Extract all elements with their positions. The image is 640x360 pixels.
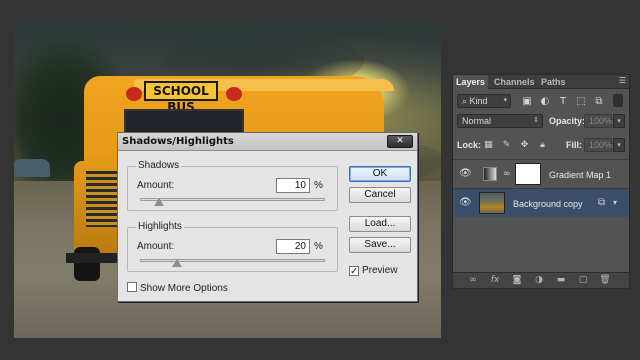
link-icon[interactable]: ∞ [503, 169, 511, 179]
cancel-button[interactable]: Cancel [349, 187, 411, 203]
show-more-options-row[interactable]: Show More Options [127, 282, 228, 294]
blend-mode-value: Normal [462, 116, 492, 126]
lock-label: Lock: [457, 140, 482, 150]
preview-row[interactable]: ✓ Preview [349, 265, 398, 276]
tab-paths[interactable]: Paths [538, 75, 569, 89]
type-filter-icon[interactable]: T [557, 96, 569, 107]
fx-icon[interactable]: fx [489, 275, 501, 286]
highlights-slider-track[interactable] [140, 259, 325, 262]
panel-footer: ∞ fx ◙ ◑ ▬ ▢ 🗑︎ [453, 272, 629, 288]
eye-icon[interactable]: 👁︎ [459, 169, 472, 179]
tab-layers[interactable]: Layers [453, 75, 489, 89]
filter-kind-value: Kind [469, 96, 488, 106]
smart-object-icon: ⧉ [598, 197, 606, 208]
preview-label: Preview [362, 265, 398, 276]
shadows-amount-input[interactable]: 10 [276, 178, 310, 193]
eye-icon[interactable]: 👁︎ [459, 198, 472, 208]
new-layer-icon[interactable]: ▢ [577, 275, 589, 286]
adjustment-filter-icon[interactable]: ◐ [539, 96, 551, 107]
bus-warning-light [226, 87, 242, 101]
shadows-slider-track[interactable] [140, 198, 325, 201]
filter-kind-dropdown[interactable]: ⌕ Kind ▾ [457, 94, 511, 108]
mask-icon[interactable]: ◙ [511, 275, 523, 286]
layer-row[interactable]: 👁︎ ∞ Gradient Map 1 [453, 159, 629, 188]
layer-mask-thumbnail[interactable] [515, 163, 541, 185]
highlights-amount-label: Amount: [137, 241, 175, 252]
shadows-highlights-dialog: Shadows/Highlights ✕ Shadows Amount: 10 … [117, 132, 418, 302]
layer-thumbnail[interactable] [479, 192, 505, 214]
lock-all-icon[interactable]: 🔒︎ [537, 140, 548, 151]
preview-checkbox[interactable]: ✓ [349, 266, 359, 276]
folder-icon[interactable]: ▬ [555, 275, 567, 286]
lock-transparent-icon[interactable]: ▦ [483, 140, 494, 151]
filter-toggle-icon[interactable] [613, 94, 623, 107]
chevron-down-icon: ▾ [503, 97, 507, 104]
fill-label: Fill: [566, 140, 582, 150]
show-more-options-label: Show More Options [140, 283, 228, 294]
smart-object-filter-icon[interactable]: ⧉ [593, 96, 605, 107]
opacity-dropdown[interactable]: ▾ [613, 114, 625, 128]
shadows-amount-label: Amount: [137, 180, 175, 191]
trash-icon[interactable]: 🗑︎ [599, 275, 611, 286]
bus-warning-light [126, 87, 142, 101]
shape-filter-icon[interactable]: ⬚ [575, 96, 587, 107]
fill-field[interactable]: 100% [584, 138, 612, 152]
highlights-group: Highlights Amount: 20 % [127, 221, 338, 272]
shadows-unit: % [314, 180, 323, 191]
pixel-filter-icon[interactable]: ▣ [521, 96, 533, 107]
layer-name[interactable]: Gradient Map 1 [549, 170, 611, 180]
shadows-slider-thumb[interactable] [153, 198, 164, 206]
load-button[interactable]: Load... [349, 216, 411, 232]
show-more-options-checkbox[interactable] [127, 282, 137, 292]
search-icon: ⌕ [462, 96, 470, 106]
lock-position-icon[interactable]: ✥ [519, 140, 530, 151]
opacity-field[interactable]: 100% [584, 114, 612, 128]
layers-panel: Layers Channels Paths ☰ ⌕ Kind ▾ ▣ ◐ T ⬚ … [452, 74, 630, 289]
ok-button[interactable]: OK [349, 166, 411, 182]
dialog-title: Shadows/Highlights [118, 133, 417, 151]
layer-name[interactable]: Background copy [513, 199, 583, 209]
highlights-slider-thumb[interactable] [172, 259, 182, 267]
shadows-group-label: Shadows [136, 160, 182, 171]
tab-channels[interactable]: Channels [491, 75, 538, 89]
adjustment-layer-icon [483, 167, 497, 181]
parked-car [14, 159, 50, 177]
chevron-down-icon: ⇕ [533, 117, 539, 124]
adjustment-icon[interactable]: ◑ [533, 275, 545, 286]
bus-sign: SCHOOL BUS [144, 81, 218, 114]
chevron-down-icon[interactable]: ▾ [613, 198, 617, 207]
highlights-unit: % [314, 241, 323, 252]
opacity-label: Opacity: [549, 116, 586, 126]
highlights-amount-input[interactable]: 20 [276, 239, 310, 254]
panel-tabs: Layers Channels Paths ☰ [453, 75, 629, 89]
blend-mode-dropdown[interactable]: Normal ⇕ [457, 114, 543, 128]
shadows-group: Shadows Amount: 10 % [127, 160, 338, 211]
fill-dropdown[interactable]: ▾ [613, 138, 625, 152]
link-icon[interactable]: ∞ [467, 275, 479, 286]
panel-menu-icon[interactable]: ☰ [619, 76, 626, 85]
close-icon[interactable]: ✕ [387, 135, 413, 148]
layer-row-selected[interactable]: 👁︎ Background copy ⧉ ▾ [453, 188, 629, 217]
lock-pixels-icon[interactable]: ✎ [501, 140, 512, 151]
save-button[interactable]: Save... [349, 237, 411, 253]
highlights-group-label: Highlights [136, 221, 184, 232]
